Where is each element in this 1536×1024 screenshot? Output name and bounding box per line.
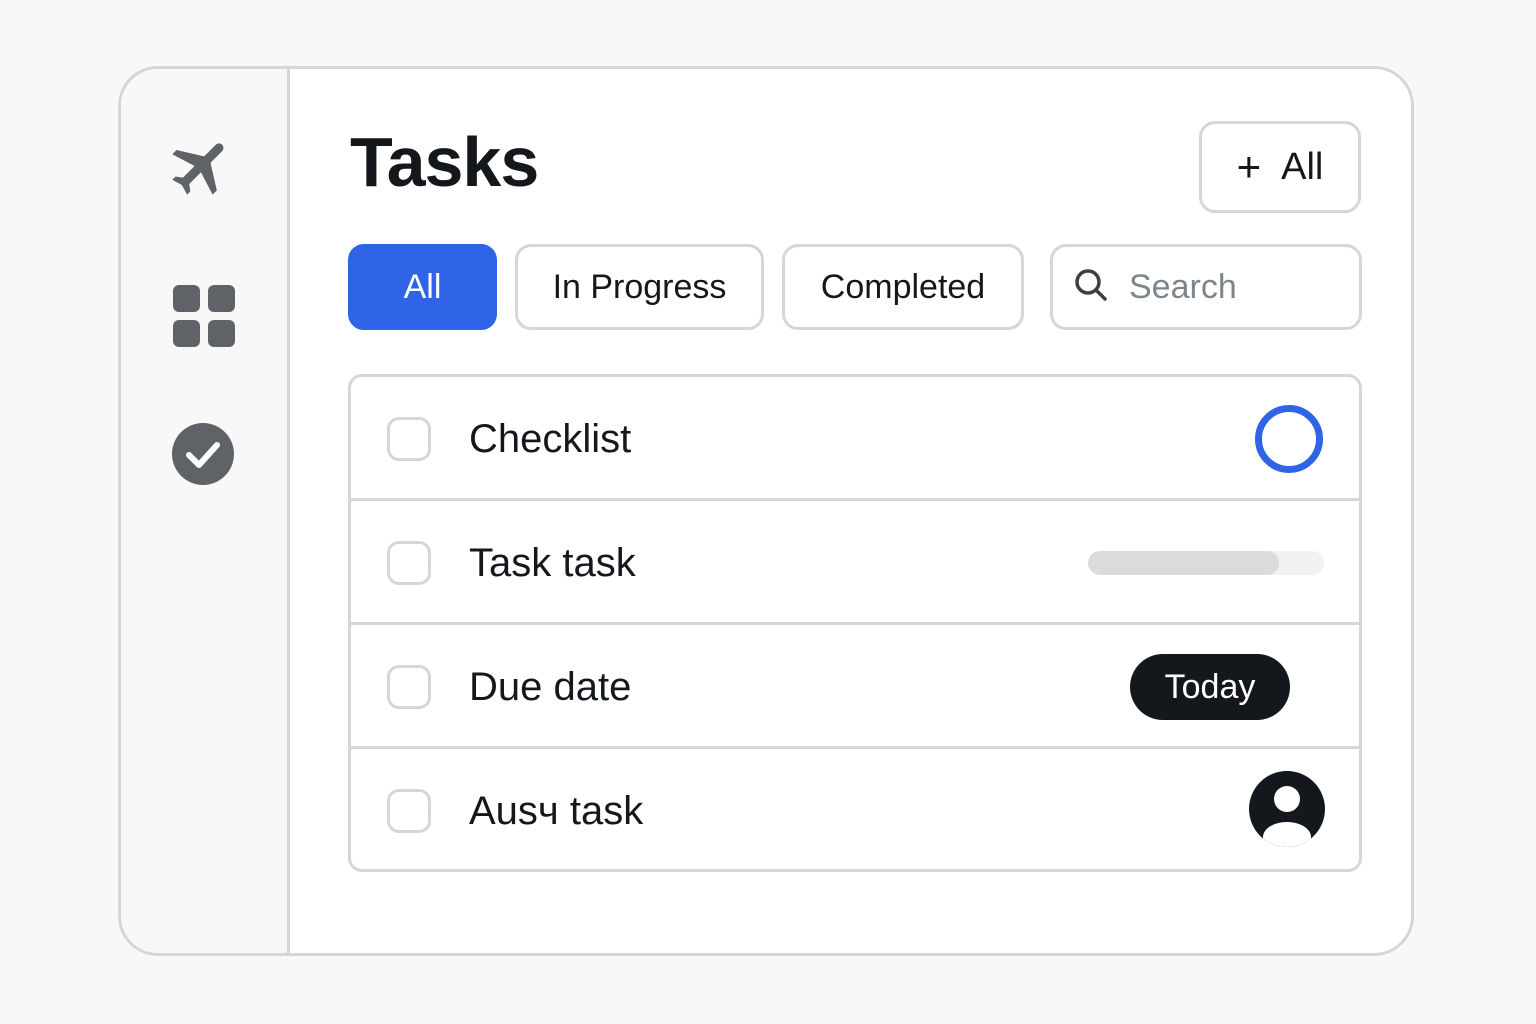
task-checkbox[interactable] bbox=[387, 541, 431, 585]
tab-all[interactable]: All bbox=[348, 244, 497, 330]
task-row[interactable]: Ausч task bbox=[351, 749, 1359, 869]
task-row[interactable]: Checklist bbox=[351, 377, 1359, 501]
task-label: Checklist bbox=[469, 417, 632, 461]
plus-icon: + bbox=[1236, 143, 1262, 190]
progress-fill bbox=[1088, 551, 1280, 575]
tab-in-progress[interactable]: In Progress bbox=[515, 244, 764, 330]
status-ring-icon bbox=[1255, 405, 1323, 473]
task-checkbox[interactable] bbox=[387, 665, 431, 709]
add-button-label: All bbox=[1281, 145, 1324, 188]
tab-label: Completed bbox=[820, 267, 986, 306]
search-box[interactable] bbox=[1050, 244, 1362, 330]
task-label: Due date bbox=[469, 665, 632, 709]
sidebar bbox=[121, 69, 290, 953]
user-icon[interactable] bbox=[1249, 771, 1325, 847]
check-circle-icon[interactable] bbox=[172, 423, 234, 485]
due-badge: Today bbox=[1130, 654, 1290, 720]
progress-bar bbox=[1088, 551, 1324, 575]
tab-label: In Progress bbox=[552, 267, 727, 306]
search-input[interactable] bbox=[1129, 267, 1329, 307]
tab-completed[interactable]: Completed bbox=[782, 244, 1024, 330]
search-icon bbox=[1073, 267, 1109, 308]
task-label: Task task bbox=[469, 541, 636, 585]
grid-icon[interactable] bbox=[173, 285, 235, 347]
page-title: Tasks bbox=[350, 123, 539, 201]
tab-label: All bbox=[403, 267, 442, 306]
app-window: Tasks + All All In Progress Completed Se… bbox=[118, 66, 1414, 956]
task-label: Ausч task bbox=[469, 789, 644, 833]
task-list: Checklist Task task Due date Today Ausч … bbox=[348, 374, 1362, 872]
main-content: Tasks + All All In Progress Completed Se… bbox=[290, 69, 1411, 953]
add-all-button[interactable]: + All bbox=[1199, 121, 1361, 213]
task-row[interactable]: Task task bbox=[351, 501, 1359, 625]
task-checkbox[interactable] bbox=[387, 417, 431, 461]
airplane-icon[interactable] bbox=[166, 131, 238, 203]
task-checkbox[interactable] bbox=[387, 789, 431, 833]
task-row[interactable]: Due date Today bbox=[351, 625, 1359, 749]
